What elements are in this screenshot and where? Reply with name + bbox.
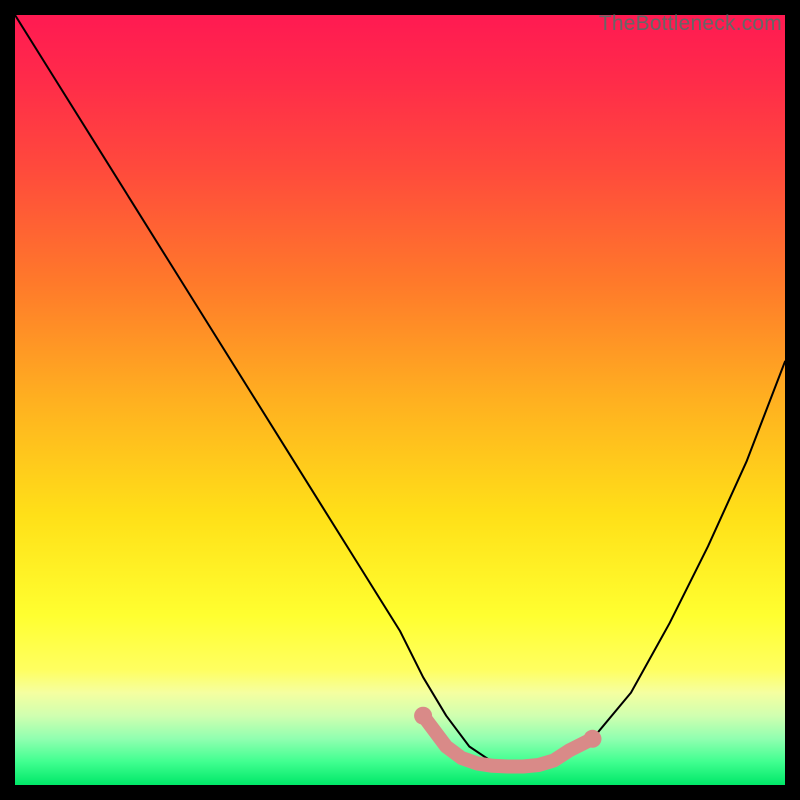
chart-frame: TheBottleneck.com bbox=[0, 0, 800, 800]
highlight-dot-right bbox=[584, 730, 602, 748]
plot-area bbox=[15, 15, 785, 785]
curve-layer bbox=[15, 15, 785, 785]
highlight-dot-left bbox=[414, 707, 432, 725]
highlighted-zone bbox=[423, 716, 592, 767]
watermark-text: TheBottleneck.com bbox=[599, 12, 782, 36]
bottleneck-curve bbox=[15, 15, 785, 770]
